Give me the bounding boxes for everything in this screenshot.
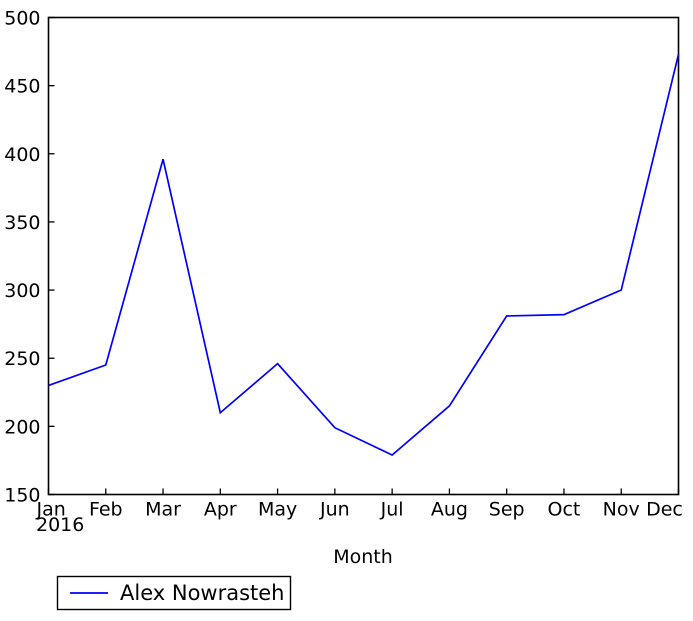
axes-spines (47, 16, 680, 496)
x-tick-label: Dec (646, 499, 683, 521)
plot-frame (47, 16, 680, 496)
y-axis-ticks: 150 200 250 300 350 400 450 500 (4, 8, 55, 507)
x-tick-label: May (258, 499, 297, 521)
series-line-alex-nowrasteh (48, 54, 680, 456)
x-tick-label: Feb (89, 499, 123, 521)
data-series-group (48, 54, 680, 456)
y-tick-label: 450 (4, 76, 40, 98)
legend-label-alex-nowrasteh: Alex Nowrasteh (120, 581, 285, 605)
x-tick-label: Aug (431, 499, 468, 521)
x-axis-title: Month (333, 546, 393, 568)
x-tick-label: Jul (380, 499, 404, 521)
x-axis-year-label: 2016 (36, 514, 84, 536)
y-tick-label: 150 (4, 485, 40, 507)
y-tick-label: 300 (4, 280, 40, 302)
x-tick-label: Mar (145, 499, 181, 521)
y-tick-label: 500 (4, 8, 40, 30)
x-axis-ticks: Jan Feb Mar Apr May Jun Jul Aug Sep Oct Nov Dec (36, 488, 683, 521)
y-tick-label: 200 (4, 416, 40, 438)
y-tick-label: 250 (4, 348, 40, 370)
chart-figure: 150 200 250 300 350 400 450 500 Jan Feb Mar Apr May… (0, 0, 693, 621)
x-tick-label: Sep (489, 499, 525, 521)
x-tick-label: Jun (319, 499, 350, 521)
x-tick-label: Oct (548, 499, 581, 521)
y-tick-label: 350 (4, 212, 40, 234)
x-tick-label: Apr (204, 499, 237, 521)
line-chart: 150200250300350400450500 Jan Feb Mar Apr May… (4, 8, 683, 611)
legend[interactable]: Alex Nowrasteh (56, 575, 292, 611)
y-tick-label: 400 (4, 144, 40, 166)
x-tick-label: Nov (603, 499, 640, 521)
